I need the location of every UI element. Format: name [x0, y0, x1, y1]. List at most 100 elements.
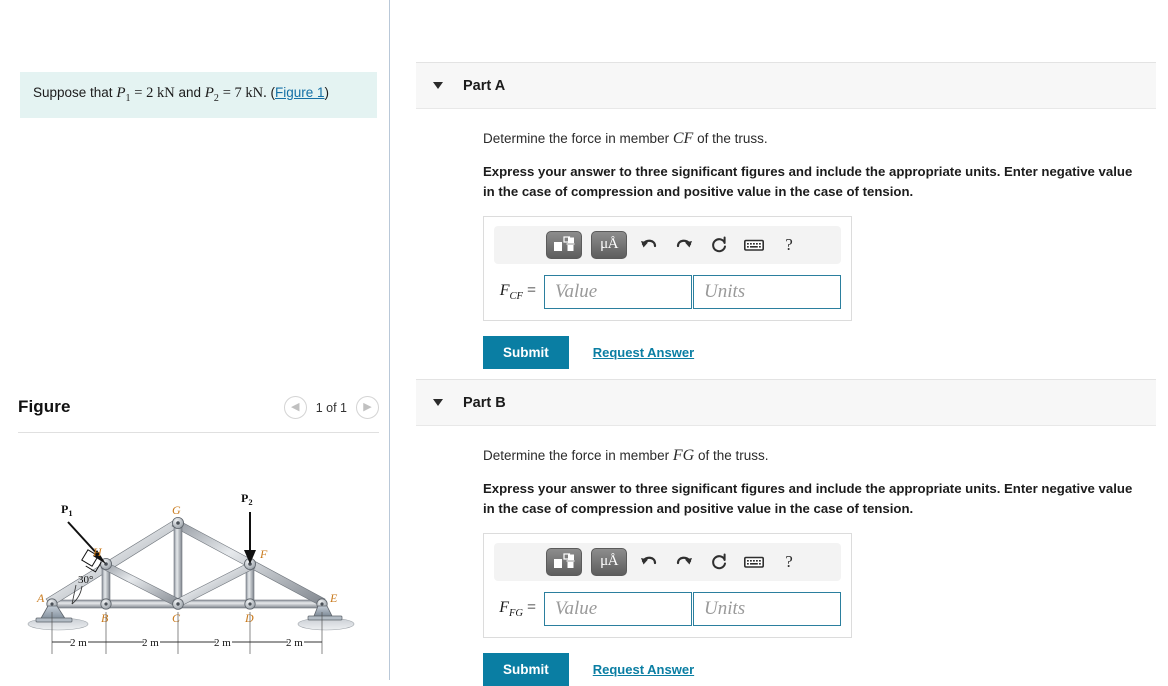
dimension-label-2: 2 m	[142, 637, 159, 649]
help-icon[interactable]: ?	[776, 549, 802, 575]
redo-icon[interactable]	[671, 549, 697, 575]
figure-1-link[interactable]: Figure 1	[275, 85, 325, 100]
dimension-extension-lines	[51, 612, 323, 654]
part-b-request-answer-link[interactable]: Request Answer	[593, 662, 694, 677]
dimension-label-3: 2 m	[214, 637, 231, 649]
part-b-header[interactable]: Part B	[416, 379, 1156, 426]
prompt-p1: P1	[116, 85, 131, 104]
undo-icon[interactable]	[636, 232, 662, 258]
node-label-d: D	[244, 611, 254, 625]
prompt-p2: P2	[204, 85, 219, 104]
part-a-answer-label: FCF =	[494, 282, 544, 302]
part-b-units-input[interactable]	[693, 591, 841, 626]
undo-icon[interactable]	[636, 549, 662, 575]
chevron-right-icon[interactable]: ▶	[356, 396, 379, 419]
figure-counter: 1 of 1	[315, 400, 347, 415]
units-icon-text: μÅ	[600, 236, 618, 253]
math-template-icon[interactable]	[546, 547, 582, 576]
part-a-header[interactable]: Part A	[416, 62, 1156, 109]
truss-diagram-svg: P1 P2 30° A B C D E H G F 2 m 2 m 2 m 2 …	[27, 491, 355, 654]
part-a-label-eq: =	[526, 281, 536, 299]
top-chord-members	[45, 518, 326, 607]
part-b-block: Part B Determine the force in member FG …	[416, 379, 1156, 686]
part-a-value-input[interactable]	[544, 274, 692, 309]
reset-icon[interactable]	[706, 549, 732, 575]
part-a-question-lead: Determine the force in member	[483, 131, 670, 146]
part-a-answer-row: FCF =	[494, 274, 841, 309]
help-glyph: ?	[785, 234, 793, 254]
redo-icon[interactable]	[671, 232, 697, 258]
keyboard-icon[interactable]	[741, 232, 767, 258]
part-b-toolbar: μÅ ?	[494, 542, 841, 581]
part-a-label-symbol: F	[499, 281, 510, 299]
problem-statement: Suppose that P1 = 2 kN and P2 = 7 kN. (F…	[20, 72, 377, 118]
part-a-request-answer-link[interactable]: Request Answer	[593, 345, 694, 360]
part-b-label-eq: =	[526, 598, 536, 616]
part-b-submit-button[interactable]: Submit	[483, 652, 569, 686]
reset-icon[interactable]	[706, 232, 732, 258]
prompt-paren-close: )	[324, 85, 330, 100]
chevron-left-icon[interactable]: ◀	[283, 396, 307, 419]
part-b-question-lead: Determine the force in member	[483, 448, 670, 463]
load-label-p2: P2	[241, 491, 253, 507]
math-template-glyph	[554, 553, 575, 568]
keyboard-glyph	[744, 556, 764, 568]
dimension-labels: 2 m 2 m 2 m 2 m	[70, 637, 303, 649]
part-a-body: Determine the force in member CF of the …	[416, 109, 1156, 369]
prompt-p1-value: = 2 kN	[134, 85, 175, 101]
part-b-body: Determine the force in member FG of the …	[416, 426, 1156, 686]
part-a-units-input[interactable]	[693, 274, 841, 309]
part-b-label: Part B	[463, 394, 506, 411]
page-root: Suppose that P1 = 2 kN and P2 = 7 kN. (F…	[0, 0, 1168, 686]
keyboard-icon[interactable]	[741, 549, 767, 575]
support-ground-pads	[27, 617, 355, 631]
part-b-answer-label: FFG =	[494, 599, 544, 619]
micro-angstrom-units-icon[interactable]: μÅ	[591, 230, 627, 259]
part-b-submit-row: Submit Request Answer	[483, 652, 1156, 686]
prompt-lead: Suppose that	[33, 85, 113, 100]
part-b-instruction: Express your answer to three significant…	[483, 481, 1133, 516]
node-label-h: H	[92, 545, 103, 559]
left-panel: Suppose that P1 = 2 kN and P2 = 7 kN. (F…	[0, 0, 389, 680]
prompt-conjunction: and	[178, 85, 201, 100]
part-a-instruction: Express your answer to three significant…	[483, 164, 1133, 199]
part-a-toolbar: μÅ ?	[494, 225, 841, 264]
math-template-icon[interactable]	[546, 230, 582, 259]
caret-down-icon[interactable]	[433, 82, 443, 89]
part-a-submit-button[interactable]: Submit	[483, 335, 569, 369]
node-label-b: B	[101, 611, 109, 625]
right-panel: Part A Determine the force in member CF …	[390, 0, 1168, 686]
part-b-value-input[interactable]	[544, 591, 692, 626]
part-b-label-sub: FG	[508, 607, 523, 619]
keyboard-glyph	[744, 239, 764, 251]
undo-glyph	[641, 556, 657, 565]
figure-pager: ◀ 1 of 1 ▶	[283, 396, 379, 419]
pin-support-a	[35, 605, 73, 623]
angle-label: 30°	[78, 574, 93, 586]
vertical-members	[101, 521, 255, 607]
truss-figure: P1 P2 30° A B C D E H G F 2 m 2 m 2 m 2 …	[26, 486, 376, 666]
help-icon[interactable]: ?	[776, 232, 802, 258]
redo-glyph	[676, 239, 692, 248]
node-label-g: G	[172, 503, 181, 517]
math-template-glyph	[554, 236, 575, 251]
part-a-member: CF	[672, 130, 694, 147]
node-label-a: A	[36, 591, 45, 605]
part-a-question: Determine the force in member CF of the …	[483, 109, 1156, 150]
node-label-c: C	[172, 611, 181, 625]
node-label-e: E	[329, 591, 338, 605]
part-b-question-tail: of the truss.	[697, 448, 769, 463]
undo-glyph	[641, 239, 657, 248]
micro-angstrom-units-icon[interactable]: μÅ	[591, 547, 627, 576]
dimension-label-4: 2 m	[286, 637, 303, 649]
part-b-answer-box: μÅ ? FFG = Value Units	[483, 532, 852, 638]
part-b-question: Determine the force in member FG of the …	[483, 426, 1156, 467]
node-label-f: F	[259, 547, 268, 561]
part-a-block: Part A Determine the force in member CF …	[416, 62, 1156, 369]
figure-panel-title: Figure	[18, 397, 71, 416]
part-a-submit-row: Submit Request Answer	[483, 335, 1156, 369]
caret-down-icon[interactable]	[433, 399, 443, 406]
part-a-question-tail: of the truss.	[697, 131, 768, 146]
redo-glyph	[676, 556, 692, 565]
part-a-label: Part A	[463, 77, 506, 94]
